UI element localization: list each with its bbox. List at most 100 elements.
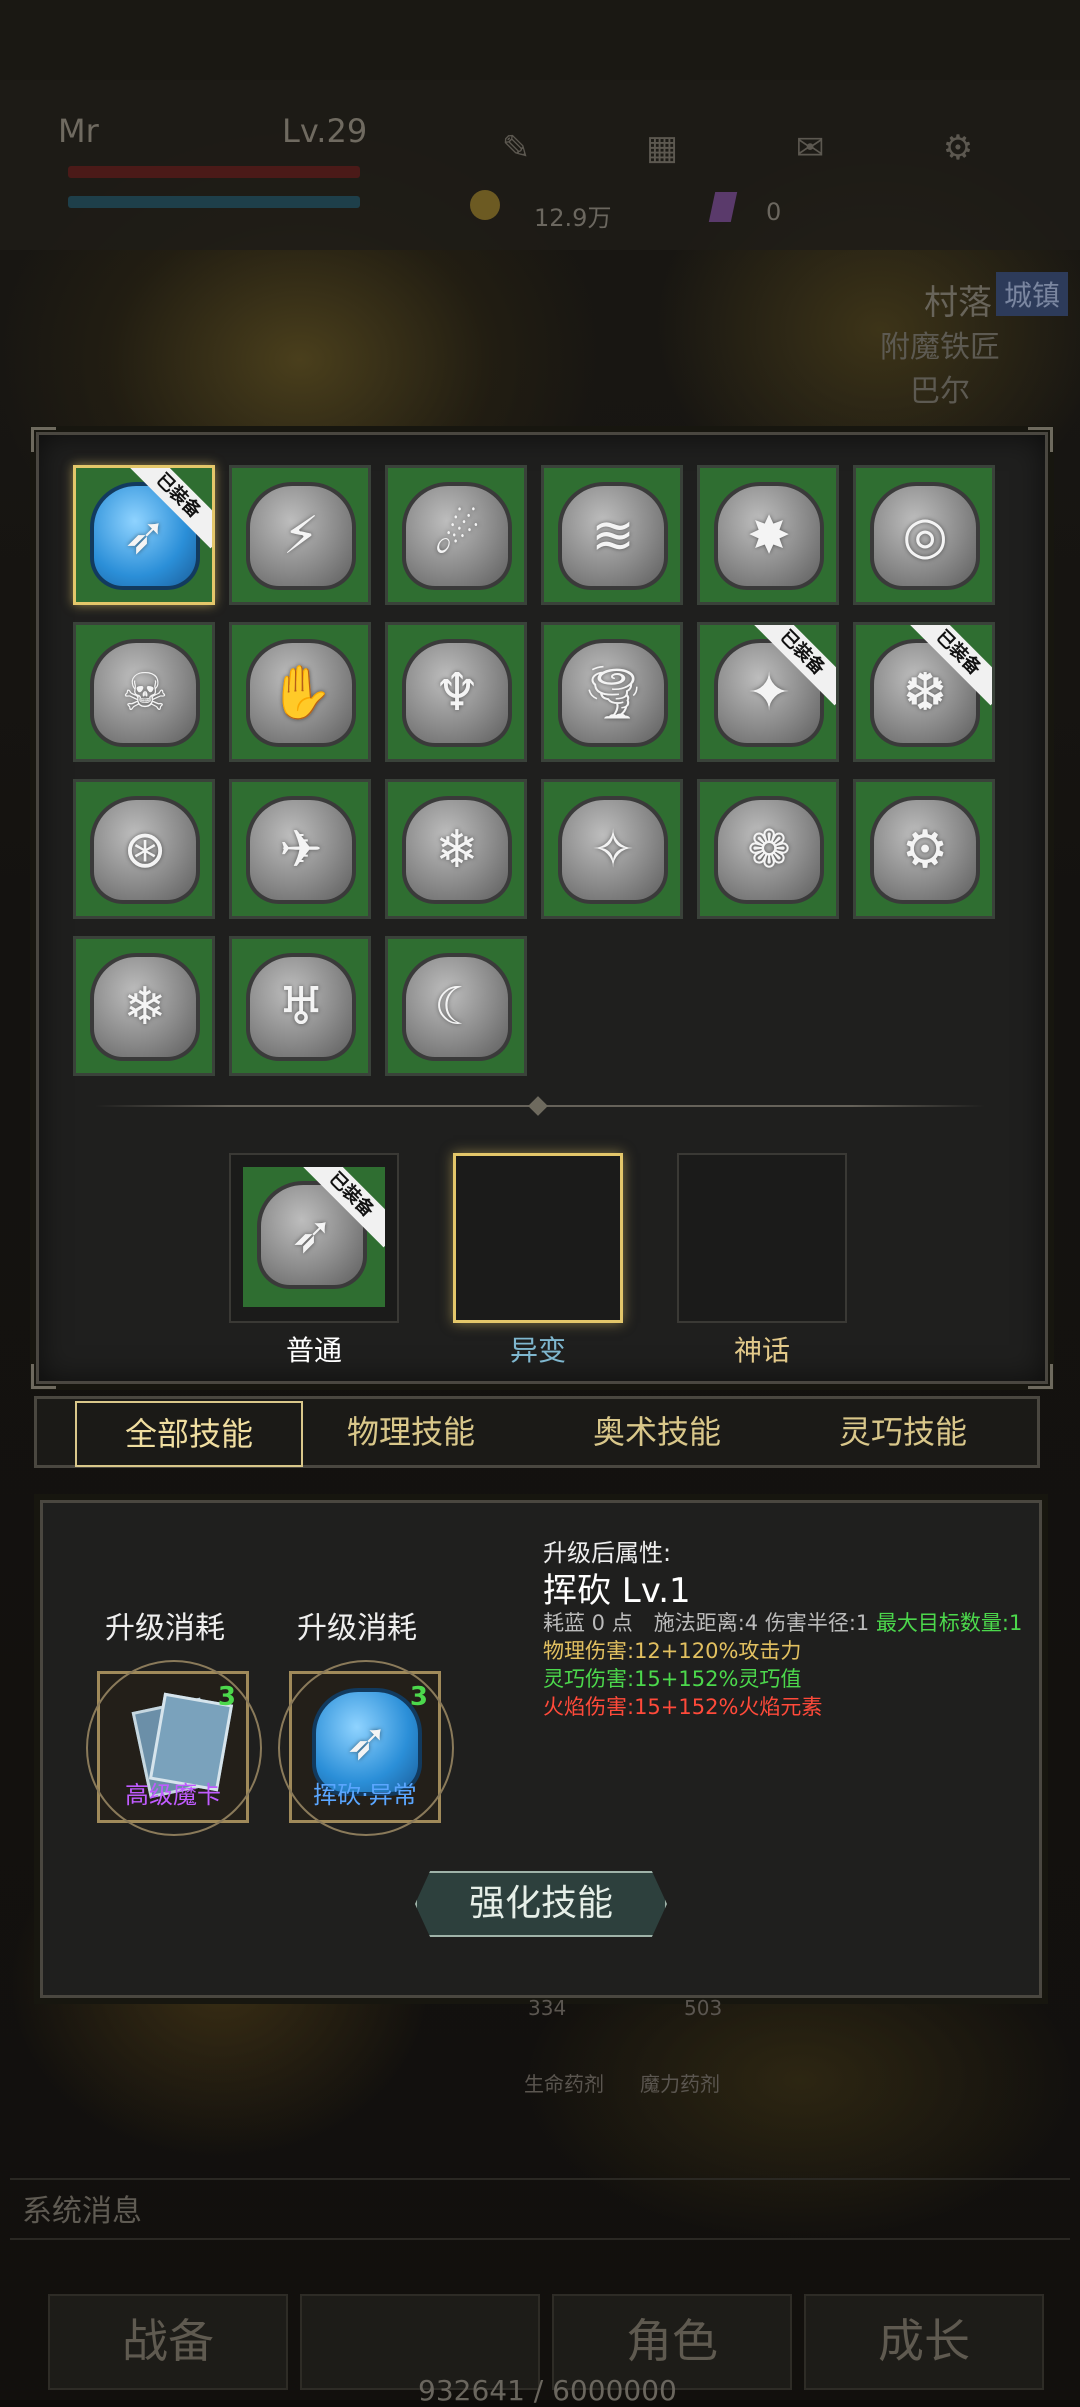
skill-tile[interactable]: ✧ bbox=[541, 779, 683, 919]
skill-tile[interactable]: ❄ bbox=[385, 779, 527, 919]
tab-physical-skills[interactable]: 物理技能 bbox=[301, 1399, 521, 1465]
slot-label-mutation: 异变 bbox=[509, 1334, 566, 1367]
skill-tile[interactable]: ⊛ bbox=[73, 779, 215, 919]
skill-stone: ✈ bbox=[246, 796, 356, 904]
skill-tile[interactable]: ➶ 已装备 bbox=[73, 465, 215, 605]
skill-panel: ➶ 已装备 ⚡ ☄ ≋ ✸ ◎ ☠ ✋ ♆ 🌪 ✦ 已装备 ❆ 已装备 ⊛ ✈ ❄ ✧ ❁ ⚙ ❄ ♅ ☾ ➶ 已装备 普通 … bbox=[31, 427, 1053, 1389]
skill-tile[interactable]: ✈ bbox=[229, 779, 371, 919]
potion-mana-label: 魔力药剂 bbox=[640, 2072, 720, 2096]
skill-icon: ✈ bbox=[279, 820, 323, 880]
divider-ornament bbox=[528, 1096, 548, 1116]
town-name: 村落 bbox=[924, 283, 992, 323]
slot-myth[interactable] bbox=[677, 1153, 847, 1323]
skill-tile[interactable]: ❆ 已装备 bbox=[853, 622, 995, 762]
npc-name: 巴尔 bbox=[910, 374, 970, 409]
skill-category-tabs: 全部技能 物理技能 奥术技能 灵巧技能 bbox=[34, 1396, 1040, 1468]
corner-ornament bbox=[1028, 427, 1053, 452]
skill-stone: ☄ bbox=[402, 482, 512, 590]
upgrade-cost-title: 升级消耗 bbox=[297, 1611, 417, 1646]
book-icon[interactable]: ✎ bbox=[496, 128, 536, 168]
skill-icon: ⊛ bbox=[123, 820, 167, 880]
slot-label-myth: 神话 bbox=[733, 1334, 790, 1367]
potion-health-label: 生命药剂 bbox=[524, 2072, 604, 2096]
hp-bar bbox=[68, 166, 360, 178]
slot-normal-skill: ➶ 已装备 bbox=[243, 1167, 385, 1307]
skill-stats-line: 耗蓝 0 点 施法距离:4 伤害半径:1 最大目标数量:1 bbox=[543, 1607, 1022, 1637]
upgrade-cost-title: 升级消耗 bbox=[105, 1611, 225, 1646]
skill-tile[interactable]: ◎ bbox=[853, 465, 995, 605]
skill-tile[interactable]: ≋ bbox=[541, 465, 683, 605]
skill-tile[interactable]: ✋ bbox=[229, 622, 371, 762]
skill-icon: ❄ bbox=[123, 977, 167, 1037]
skill-stone: ❄ bbox=[402, 796, 512, 904]
enhance-skill-button[interactable]: 强化技能 bbox=[415, 1871, 667, 1937]
skill-icon: ✸ bbox=[747, 506, 791, 566]
gold-coin-icon bbox=[470, 190, 500, 220]
skill-tile[interactable]: ☾ bbox=[385, 936, 527, 1076]
stat-physical-damage: 物理伤害:12+120%攻击力 bbox=[543, 1639, 802, 1663]
mail-icon[interactable]: ✉ bbox=[790, 128, 830, 168]
skill-stone: ⚙ bbox=[870, 796, 980, 904]
skill-tile[interactable]: 🌪 bbox=[541, 622, 683, 762]
max-targets: 最大目标数量:1 bbox=[875, 1611, 1023, 1635]
cost-item-magic-card[interactable]: 3 高级魔卡 bbox=[86, 1660, 262, 1836]
system-message-bar[interactable] bbox=[10, 2178, 1070, 2240]
stat-fire-damage: 火焰伤害:15+152%火焰元素 bbox=[543, 1695, 823, 1719]
calendar-icon[interactable]: ▦ bbox=[642, 128, 682, 168]
tab-all-skills[interactable]: 全部技能 bbox=[75, 1401, 303, 1467]
skill-tile[interactable]: ♆ bbox=[385, 622, 527, 762]
cost-count: 3 bbox=[409, 1682, 428, 1712]
skill-tile[interactable]: ✦ 已装备 bbox=[697, 622, 839, 762]
skill-icon: ⚙ bbox=[901, 820, 949, 880]
town-tag: 城镇 bbox=[996, 272, 1069, 316]
settings-gear-icon[interactable]: ⚙ bbox=[938, 128, 978, 168]
mp-bar bbox=[68, 196, 360, 208]
skill-cost-range: 耗蓝 0 点 施法距离:4 伤害半径:1 bbox=[543, 1611, 876, 1635]
player-level: Lv.29 bbox=[282, 112, 368, 150]
npc-label[interactable]: 附魔铁匠 巴尔 bbox=[880, 326, 1000, 414]
tab-agility-skills[interactable]: 灵巧技能 bbox=[793, 1399, 1013, 1465]
potion-mana-count: 503 bbox=[684, 1996, 723, 2020]
skill-icon: ◎ bbox=[902, 506, 948, 566]
skill-icon: ❁ bbox=[747, 820, 791, 880]
npc-title: 附魔铁匠 bbox=[880, 330, 1000, 365]
tab-arcane-skills[interactable]: 奥术技能 bbox=[547, 1399, 767, 1465]
skill-stone: ♆ bbox=[402, 639, 512, 747]
cost-item-skill-stone[interactable]: ➶ 3 挥砍·异常 bbox=[278, 1660, 454, 1836]
skill-icon: ☄ bbox=[433, 506, 481, 566]
skill-icon: ♅ bbox=[277, 977, 325, 1037]
skill-name-level: 挥砍 Lv.1 bbox=[543, 1571, 691, 1611]
skill-tile[interactable]: ☄ bbox=[385, 465, 527, 605]
corner-ornament bbox=[1028, 1364, 1053, 1389]
skill-stone: ☾ bbox=[402, 953, 512, 1061]
skill-tile[interactable]: ❁ bbox=[697, 779, 839, 919]
skill-icon: ❄ bbox=[435, 820, 479, 880]
gold-amount: 12.9万 bbox=[534, 204, 612, 232]
skill-icon: ≋ bbox=[591, 506, 635, 566]
skill-icon: ☠ bbox=[121, 663, 169, 723]
slot-mutation[interactable] bbox=[453, 1153, 623, 1323]
skill-tile[interactable]: ☠ bbox=[73, 622, 215, 762]
experience-value: 932641 / 6000000 bbox=[418, 2374, 677, 2407]
skill-stone: ◎ bbox=[870, 482, 980, 590]
slot-normal[interactable]: ➶ 已装备 bbox=[229, 1153, 399, 1323]
skill-icon: ✧ bbox=[591, 820, 635, 880]
system-message-label: 系统消息 bbox=[22, 2194, 142, 2229]
skill-stone: ✋ bbox=[246, 639, 356, 747]
skill-stone: ✸ bbox=[714, 482, 824, 590]
skill-icon: ☾ bbox=[433, 977, 481, 1037]
skill-stone: 🌪 bbox=[558, 639, 668, 747]
skill-stone: ❄ bbox=[90, 953, 200, 1061]
player-name: Mr bbox=[58, 112, 99, 150]
nav-growth[interactable]: 成长 bbox=[804, 2294, 1044, 2390]
cost-count: 3 bbox=[217, 1682, 236, 1712]
skill-tile[interactable]: ♅ bbox=[229, 936, 371, 1076]
skill-stone: ♅ bbox=[246, 953, 356, 1061]
skill-tile[interactable]: ❄ bbox=[73, 936, 215, 1076]
skill-tile[interactable]: ✸ bbox=[697, 465, 839, 605]
nav-battle[interactable]: 战备 bbox=[48, 2294, 288, 2390]
skill-tile[interactable]: ⚡ bbox=[229, 465, 371, 605]
slot-label-normal: 普通 bbox=[285, 1334, 342, 1367]
corner-ornament bbox=[31, 1364, 56, 1389]
skill-tile[interactable]: ⚙ bbox=[853, 779, 995, 919]
